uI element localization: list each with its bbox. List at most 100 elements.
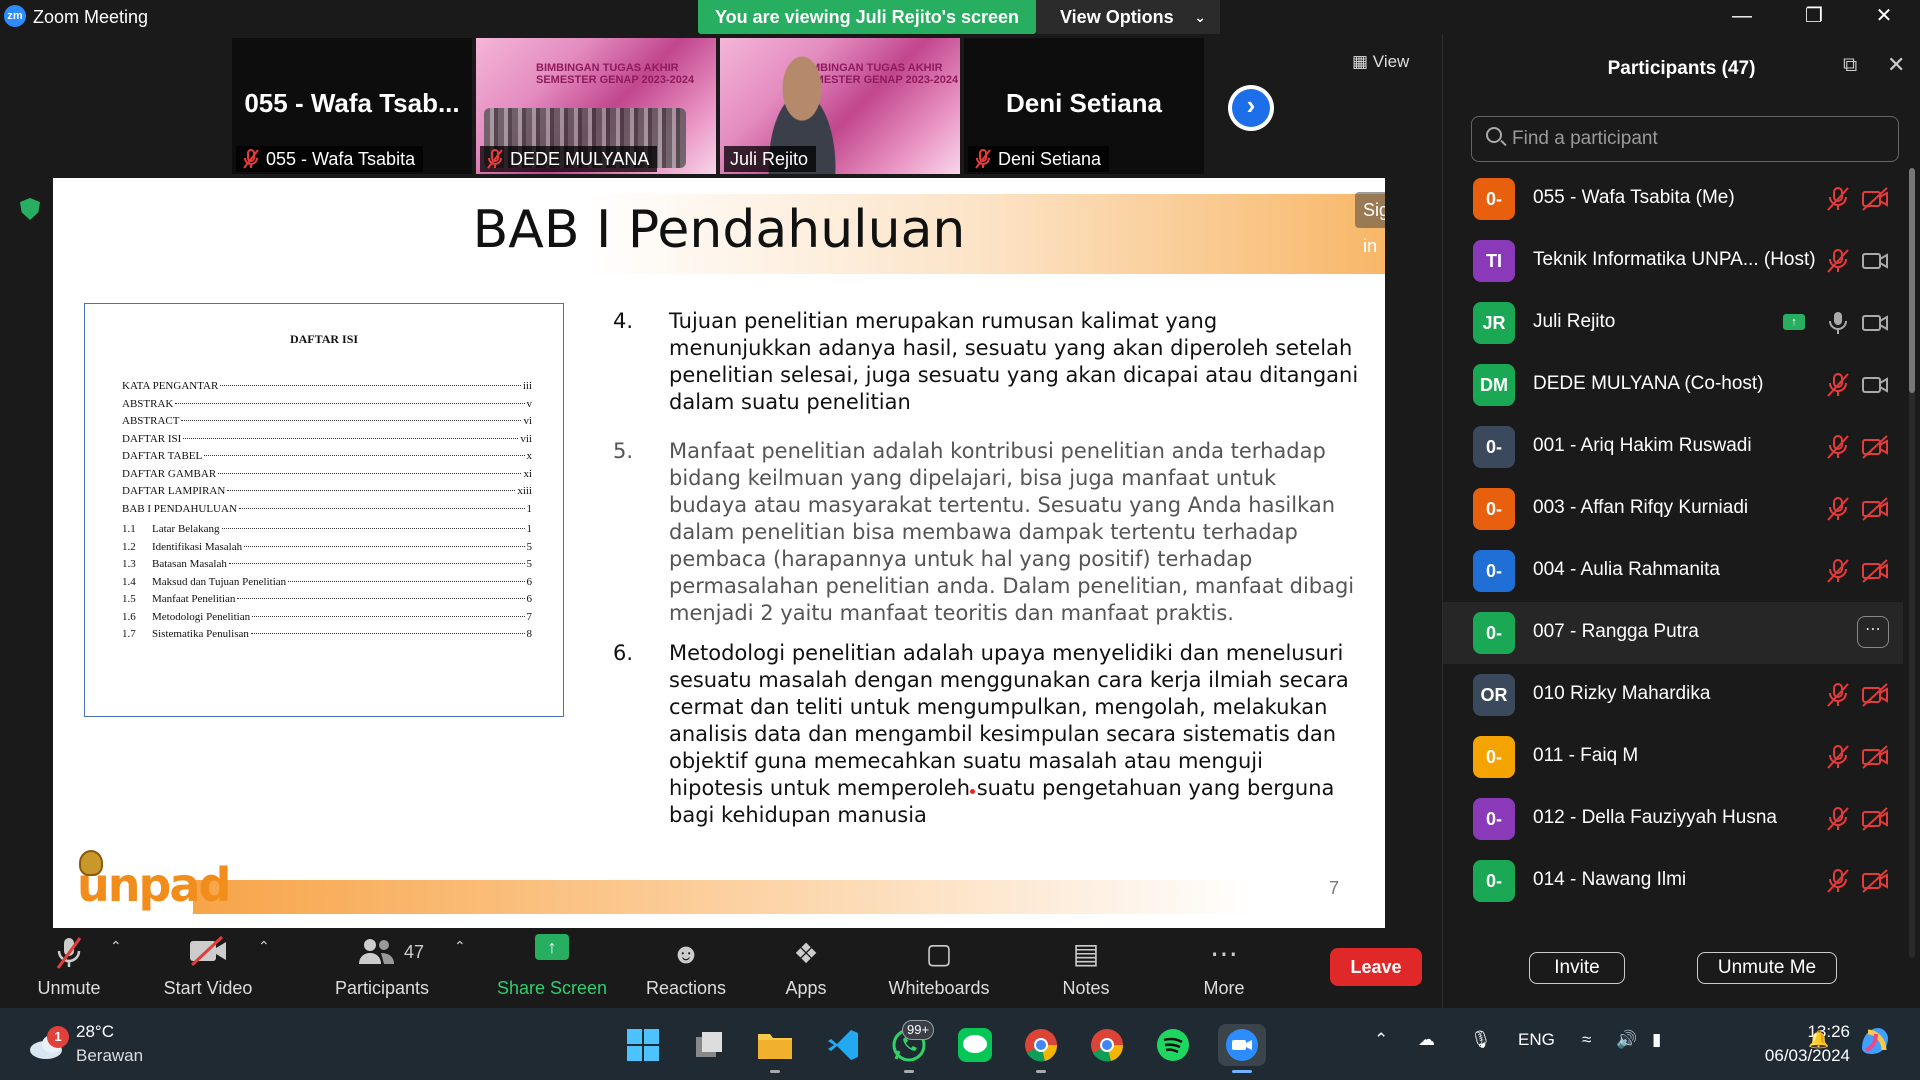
participants-options-caret[interactable]: ⌃	[454, 938, 466, 955]
scrollbar-thumb[interactable]	[1909, 168, 1915, 393]
battery-icon[interactable]: ▮	[1652, 1030, 1661, 1050]
video-off-icon	[150, 935, 266, 972]
running-indicator	[770, 1070, 780, 1073]
volume-icon[interactable]: 🔊	[1616, 1030, 1637, 1050]
toc-row: 1.1 Latar Belakang 1	[122, 523, 532, 539]
view-options-button[interactable]: View Options ⌄	[1036, 0, 1220, 34]
toc-row: 1.7 Sistematika Penulisan 8	[122, 628, 532, 644]
file-explorer-icon[interactable]	[754, 1024, 796, 1066]
toc-page-number: vi	[523, 415, 532, 427]
participant-row[interactable]: JR Juli Rejito ↑	[1443, 292, 1903, 354]
more-dots-icon: ⋯	[1210, 938, 1238, 969]
toc-entry-label: DAFTAR TABEL	[122, 450, 203, 462]
toc-entry-label: Maksud dan Tujuan Penelitian	[152, 575, 287, 588]
participant-more-icon[interactable]: ⋯	[1857, 616, 1889, 648]
participant-row[interactable]: 0- 055 - Wafa Tsabita (Me)	[1443, 168, 1903, 230]
participant-row[interactable]: OR 010 Rizky Mahardika	[1443, 664, 1903, 726]
wifi-icon[interactable]: ≈	[1582, 1030, 1591, 1050]
participant-row[interactable]: 0- 014 - Nawang Ilmi	[1443, 850, 1903, 912]
clock-date[interactable]: 06/03/2024	[1752, 1046, 1850, 1066]
participant-row[interactable]: 0- 011 - Faiq M	[1443, 726, 1903, 788]
language-indicator[interactable]: ENG	[1518, 1030, 1555, 1050]
clock-time[interactable]: 13:26	[1752, 1022, 1850, 1042]
toc-entry-label: ABSTRAK	[122, 397, 174, 410]
weather-temperature[interactable]: 28°C	[76, 1022, 114, 1042]
invite-button[interactable]: Invite	[1529, 952, 1625, 984]
next-page-button[interactable]: ›	[1228, 85, 1274, 131]
copilot-icon[interactable]	[1858, 1024, 1892, 1063]
toc-leader-dots	[204, 455, 525, 456]
reactions-button[interactable]: ☻ Reactions	[626, 928, 746, 1008]
whiteboards-button[interactable]: ▢ Whiteboards	[876, 928, 1002, 1008]
onedrive-cloud-icon[interactable]: ☁	[1418, 1030, 1435, 1050]
participant-row[interactable]: 0- 004 - Aulia Rahmanita	[1443, 540, 1903, 602]
toc-leader-dots	[220, 385, 521, 386]
encryption-shield-icon[interactable]	[20, 198, 40, 220]
notes-button[interactable]: ▤ Notes	[1036, 928, 1136, 1008]
toc-section-number: 1.6	[122, 610, 136, 623]
leave-button[interactable]: Leave	[1330, 948, 1422, 986]
popout-icon[interactable]: ⧉	[1843, 54, 1857, 77]
tile-name: Juli Rejito	[730, 148, 809, 169]
avatar: JR	[1473, 302, 1515, 344]
video-options-caret[interactable]: ⌃	[258, 938, 270, 955]
weather-description[interactable]: Berawan	[76, 1046, 143, 1066]
more-button[interactable]: ⋯ More	[1174, 928, 1274, 1008]
mic-muted-icon	[1825, 806, 1851, 832]
mic-muted-icon	[1825, 868, 1851, 894]
smiley-plus-icon: ☻	[671, 938, 701, 969]
toc-entry-label: ABSTRACT	[122, 415, 180, 427]
audio-options-caret[interactable]: ⌃	[110, 938, 122, 955]
participant-row[interactable]: TI Teknik Informatika UNPA... (Host)	[1443, 230, 1903, 292]
reactions-label: Reactions	[645, 978, 727, 998]
participant-row[interactable]: DM DEDE MULYANA (Co-host)	[1443, 354, 1903, 416]
participant-search[interactable]	[1471, 116, 1899, 162]
running-indicator	[904, 1070, 914, 1073]
microphone-icon[interactable]: 🎙	[1470, 1030, 1492, 1050]
participants-button[interactable]: 47 Participants	[322, 928, 442, 1008]
toc-entry-label: Batasan Masalah	[152, 558, 227, 570]
chrome-icon[interactable]	[1020, 1024, 1062, 1066]
participant-name: Teknik Informatika UNPA... (Host)	[1533, 249, 1816, 270]
active-indicator	[1232, 1070, 1252, 1073]
avatar: DM	[1473, 364, 1515, 406]
video-tile-deni[interactable]: Deni Setiana Deni Setiana	[964, 38, 1204, 174]
minimize-button[interactable]: —	[1712, 0, 1772, 34]
unmute-me-button[interactable]: Unmute Me	[1697, 952, 1837, 984]
unmute-button[interactable]: Unmute	[24, 928, 114, 1008]
start-video-button[interactable]: Start Video	[150, 928, 266, 1008]
participant-row[interactable]: 0- 001 - Ariq Hakim Ruswadi	[1443, 416, 1903, 478]
video-tile-wafa[interactable]: 055 - Wafa Tsab... 055 - Wafa Tsabita	[232, 38, 472, 174]
video-tile-dede[interactable]: BIMBINGAN TUGAS AKHIR SEMESTER GENAP 202…	[476, 38, 716, 174]
spotify-icon[interactable]	[1152, 1024, 1194, 1066]
participant-row[interactable]: 0- 003 - Affan Rifqy Kurniadi	[1443, 478, 1903, 540]
apps-button[interactable]: ❖ Apps	[756, 928, 856, 1008]
participant-row[interactable]: 0- 012 - Della Fauziyyah Husna	[1443, 788, 1903, 850]
participant-name: 007 - Rangga Putra	[1533, 621, 1699, 642]
restore-button[interactable]: ❐	[1784, 0, 1844, 34]
participant-row[interactable]: 0- 007 - Rangga Putra ⋯	[1443, 602, 1903, 664]
sign-in-button[interactable]: Sign in	[1355, 192, 1385, 256]
mic-muted-icon	[1825, 744, 1851, 770]
toc-page-number: 8	[526, 628, 533, 640]
zoom-app-icon[interactable]	[1218, 1024, 1266, 1066]
task-view-icon[interactable]	[688, 1024, 730, 1066]
windows-start-icon[interactable]	[622, 1024, 664, 1066]
mic-muted-icon	[243, 149, 259, 169]
video-tile-juli[interactable]: BIMBINGAN TUGAS AKHIR SEMESTER GENAP 202…	[720, 38, 960, 174]
avatar: TI	[1473, 240, 1515, 282]
share-screen-icon: ↑	[535, 934, 569, 960]
chevron-up-icon[interactable]: ⌃	[1374, 1030, 1388, 1050]
notification-bell-icon[interactable]: 🔔	[1808, 1030, 1829, 1050]
line-app-icon[interactable]	[954, 1024, 996, 1066]
toc-page-number: x	[526, 450, 533, 462]
search-input[interactable]	[1512, 117, 1892, 161]
close-panel-icon[interactable]: ✕	[1887, 52, 1905, 78]
vscode-icon[interactable]	[822, 1024, 864, 1066]
slide-footer-band	[193, 880, 1253, 914]
close-window-button[interactable]: ✕	[1854, 0, 1914, 34]
view-button[interactable]: ▦ View	[1352, 52, 1409, 72]
toc-entry-label: DAFTAR ISI	[122, 432, 182, 445]
chrome-profile-icon[interactable]	[1086, 1024, 1128, 1066]
share-screen-button[interactable]: ↑ Share Screen	[492, 928, 612, 1008]
